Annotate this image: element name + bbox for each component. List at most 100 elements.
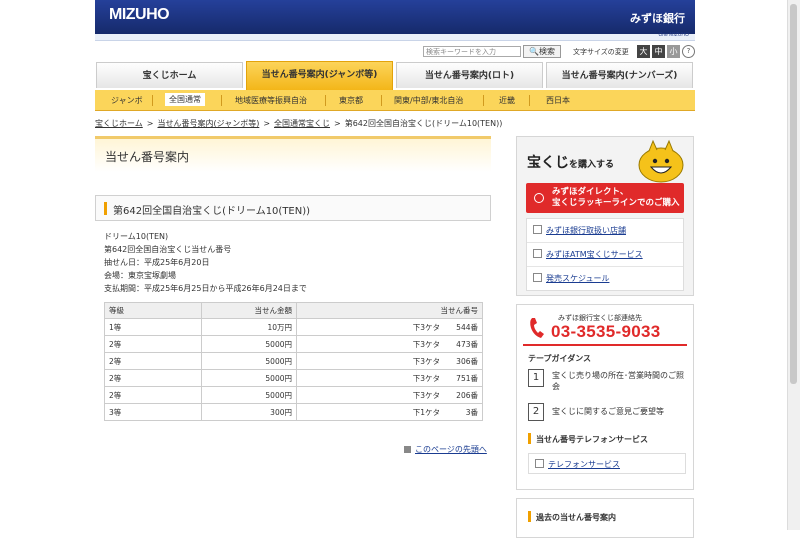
number-cell: 下1ケタ 3番 [296,403,483,421]
winning-number: 206番 [456,390,478,400]
search-input[interactable]: 検索キーワードを入力 [423,46,521,57]
to-top-link[interactable]: このページの先頭へ [415,445,487,454]
subnav-kinki[interactable]: 近畿 [499,95,515,106]
table-row: 2等 5000円 下3ケタ 473番 [104,335,483,353]
buy-box: 宝くじを購入する みずほダイレクト、 宝くじラッキーラインでのご購入 みずほ銀行… [516,136,694,296]
draw-venue: 会場：東京宝塚劇場 [104,271,176,280]
scrollbar-thumb[interactable] [790,4,797,384]
arrow-right-icon [533,273,542,282]
guidance-option-1: 1 宝くじ売り場の所在･営業時間のご照会 [528,369,686,393]
winning-number: 3番 [465,407,478,417]
font-size-large-button[interactable]: 大 [637,45,650,58]
schedule-link[interactable]: 発売スケジュール [546,274,609,283]
table-header-row: 等級 当せん金額 当せん番号 [104,302,483,319]
amount-cell: 5000円 [201,369,297,387]
list-item[interactable]: テレフォンサービス [528,453,686,474]
font-size-medium-button[interactable]: 中 [652,45,665,58]
amount-cell: 300円 [201,403,297,421]
tab-loto-results[interactable]: 当せん番号案内(ロト) [396,62,543,88]
past-results-box: 過去の当せん番号案内 [516,498,694,538]
subnav-divider [221,95,222,106]
subnav-nishinihon[interactable]: 西日本 [546,95,570,106]
tel-number: 03-3535-9033 [551,322,661,341]
list-item[interactable]: みずほ銀行取扱い店舗 [527,219,683,243]
direct-button-line1: みずほダイレクト、 [552,187,629,197]
direct-button-line2: 宝くじラッキーラインでのご購入 [552,198,680,208]
breadcrumb-separator: > [334,119,341,128]
mizuho-logo[interactable]: MIZUHO [109,6,170,24]
breadcrumb: 宝くじホーム > 当せん番号案内(ジャンボ等) > 全国通常宝くじ > 第642回全国自治宝… [95,118,502,129]
table-row: 1等 10万円 下3ケタ 544番 [104,318,483,336]
section-accent-bar [528,511,531,522]
guidance-option-2: 2 宝くじに関するご意見ご要望等 [528,403,686,421]
lottery-name: ドリーム10(TEN) [104,232,169,241]
section-accent-bar [528,433,531,444]
to-top-link-wrap: このページの先頭へ [404,444,487,455]
tab-takarakuji-home[interactable]: 宝くじホーム [96,62,243,88]
one-mizuho-label: One MIZUHO [658,32,689,38]
lottery-heading: 第642回全国自治宝くじ(ドリーム10(TEN)) [113,206,311,217]
digits-label: 下3ケタ [412,339,440,349]
winning-number: 473番 [456,339,478,349]
lottery-info: ドリーム10(TEN) 第642回全国自治宝くじ当せん番号 抽せん日：平成25年… [104,230,307,295]
option-number: 2 [528,403,544,421]
tape-guidance-label: テープガイダンス [528,354,592,363]
digits-label: 下3ケタ [412,373,440,383]
winning-number: 751番 [456,373,478,383]
option-text: 宝くじ売り場の所在･営業時間のご照会 [552,371,684,391]
past-results-title-text: 過去の当せん番号案内 [536,513,616,522]
subnav-jumbo[interactable]: ジャンボ [111,95,143,106]
subnav-divider [381,95,382,106]
mizuho-direct-button[interactable]: みずほダイレクト、 宝くじラッキーラインでのご購入 [526,183,684,213]
digits-label: 下1ケタ [412,407,440,417]
page-frame: MIZUHO みずほ銀行 One MIZUHO 検索キーワードを入力 🔍検索 文… [95,0,695,538]
tab-numbers-results[interactable]: 当せん番号案内(ナンバーズ) [546,62,693,88]
number-cell: 下3ケタ 751番 [296,369,483,387]
tab-jumbo-results[interactable]: 当せん番号案内(ジャンボ等) [246,61,393,90]
list-item[interactable]: みずほATM宝くじサービス [527,243,683,267]
stores-link[interactable]: みずほ銀行取扱い店舗 [546,226,626,235]
mascot-icon [638,139,684,183]
payment-period: 支払期間：平成25年6月25日から平成26年6月24日まで [104,284,307,293]
lottery-subtitle: 第642回全国自治宝くじ当せん番号 [104,245,232,254]
subnav-chiiki-iryo[interactable]: 地域医療等振興自治 [235,95,307,106]
search-button[interactable]: 🔍検索 [523,45,561,58]
digits-label: 下3ケタ [412,356,440,366]
table-row: 2等 5000円 下3ケタ 206番 [104,386,483,404]
help-icon[interactable]: ? [682,45,695,58]
results-table: 等級 当せん金額 当せん番号 1等 10万円 下3ケタ 544番 2等 5000円 下3ケタ… [104,302,483,421]
breadcrumb-zenkoku-link[interactable]: 全国通常宝くじ [274,119,330,128]
breadcrumb-jumbo-link[interactable]: 当せん番号案内(ジャンボ等) [157,119,259,128]
breadcrumb-current: 第642回全国自治宝くじ(ドリーム10(TEN)) [344,119,503,128]
heading-accent-bar [104,202,107,215]
subnav-divider [152,95,153,106]
telephone-service-link[interactable]: テレフォンサービス [548,460,620,469]
page-title-box: 当せん番号案内 [95,136,491,172]
subnav-divider [529,95,530,106]
winning-number: 306番 [456,356,478,366]
subnav-tokyo[interactable]: 東京都 [339,95,363,106]
breadcrumb-separator: > [146,119,154,128]
table-row: 2等 5000円 下3ケタ 751番 [104,369,483,387]
amount-cell: 10万円 [201,318,297,336]
winning-number: 544番 [456,322,478,332]
grade-cell: 2等 [104,386,202,404]
results-body: 1等 10万円 下3ケタ 544番 2等 5000円 下3ケタ 473番 2等 5000円 下3ケタ… [104,318,483,421]
font-size-small-button[interactable]: 小 [667,45,680,58]
atm-service-link[interactable]: みずほATM宝くじサービス [546,250,643,259]
subnav-divider [483,95,484,106]
scrollbar[interactable] [787,0,800,530]
page-title: 当せん番号案内 [105,150,190,164]
table-row: 3等 300円 下1ケタ 3番 [104,403,483,421]
list-item[interactable]: 発売スケジュール [527,267,683,290]
bank-name[interactable]: みずほ銀行 [630,10,685,26]
divider [523,344,687,346]
breadcrumb-home-link[interactable]: 宝くじホーム [95,119,143,128]
subnav-kanto-chubu-tohoku[interactable]: 関東/中部/東北自治 [394,95,463,106]
header-number: 当せん番号 [296,302,483,319]
option-text: 宝くじに関するご意見ご要望等 [552,407,664,416]
search-button-label: 検索 [538,47,555,56]
amount-cell: 5000円 [201,386,297,404]
subnav-zenkoku-tsujo[interactable]: 全国通常 [165,93,205,106]
circle-arrow-icon [534,193,544,203]
